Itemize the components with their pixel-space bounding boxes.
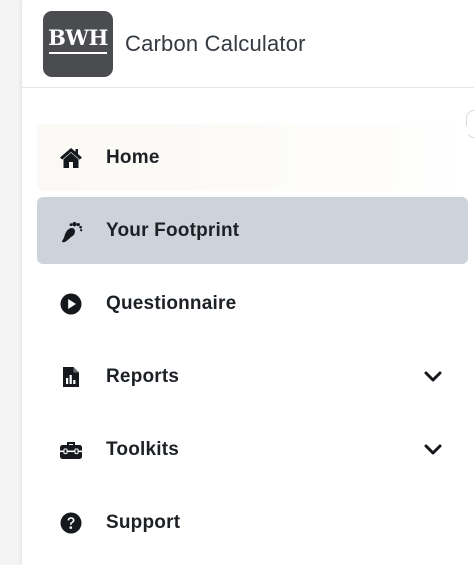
footprint-icon (59, 219, 83, 243)
sidebar: BWH Carbon Calculator Home Your Footprin… (22, 0, 474, 565)
sidebar-header: BWH Carbon Calculator (22, 0, 474, 88)
sidebar-item-support[interactable]: Support (37, 489, 468, 556)
sidebar-item-label: Your Footprint (106, 219, 240, 241)
sidebar-item-your-footprint[interactable]: Your Footprint (37, 197, 468, 264)
question-circle-icon (59, 511, 83, 535)
sidebar-item-reports[interactable]: Reports (37, 343, 468, 410)
sidebar-item-questionnaire[interactable]: Questionnaire (37, 270, 468, 337)
play-circle-icon (59, 292, 83, 316)
report-file-icon (59, 365, 83, 389)
home-icon (59, 146, 83, 170)
sidebar-item-label: Questionnaire (106, 292, 237, 314)
sidebar-item-label: Home (106, 146, 160, 168)
app-title: Carbon Calculator (125, 30, 306, 56)
logo-underline (49, 52, 107, 54)
sidebar-item-label: Reports (106, 365, 180, 387)
toolbox-icon (59, 438, 83, 462)
brand-logo[interactable]: BWH (43, 10, 113, 77)
sidebar-nav: Home Your Footprint Questionnaire Report… (22, 88, 474, 556)
chevron-down-icon[interactable] (424, 441, 442, 459)
sidebar-item-label: Support (106, 511, 181, 533)
sidebar-item-label: Toolkits (106, 438, 180, 460)
logo-text: BWH (48, 25, 108, 50)
sidebar-item-home[interactable]: Home (37, 124, 468, 191)
sidebar-item-toolkits[interactable]: Toolkits (37, 416, 468, 483)
chevron-down-icon[interactable] (424, 368, 442, 386)
